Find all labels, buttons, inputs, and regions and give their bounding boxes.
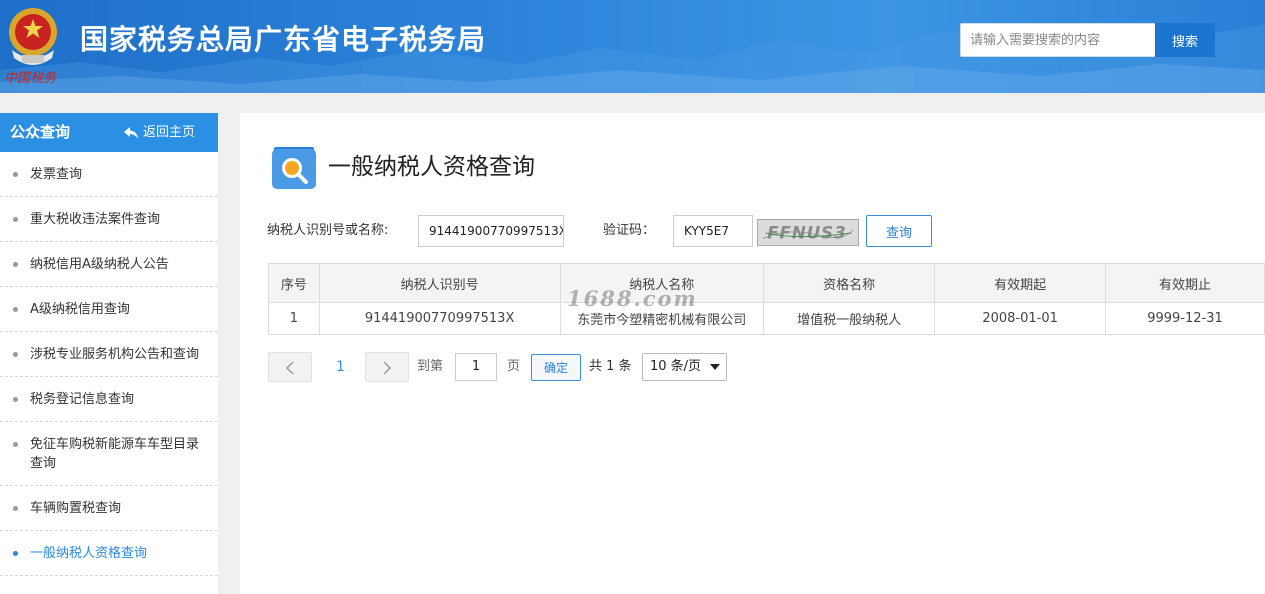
chevron-left-icon [285, 361, 294, 375]
taxpayer-id-input[interactable]: 91441900770997513X [418, 215, 564, 247]
site-header: 中国税务 国家税务总局广东省电子税务局 搜索 [0, 0, 1265, 93]
table-header-row: 序号 纳税人识别号 纳税人名称 资格名称 有效期起 有效期止 [268, 263, 1265, 303]
sidebar-item-vehicle-purchase-tax[interactable]: 车辆购置税查询 [0, 486, 218, 531]
return-arrow-icon [124, 126, 138, 139]
col-index-header: 序号 [268, 263, 320, 303]
site-title: 国家税务总局广东省电子税务局 [80, 23, 487, 56]
taxpayer-id-label: 纳税人识别号或名称: [267, 223, 389, 238]
current-page-number[interactable]: 1 [336, 352, 345, 382]
svg-text:FFNUS3: FFNUS3 [767, 224, 846, 243]
goto-label: 到第 [417, 359, 444, 374]
search-doc-icon [272, 147, 316, 189]
sidebar-item-a-credit-query[interactable]: A级纳税信用查询 [0, 287, 218, 332]
result-table: 序号 纳税人识别号 纳税人名称 资格名称 有效期起 有效期止 1 9144190… [268, 263, 1265, 335]
search-input[interactable] [961, 24, 1155, 56]
next-page-button[interactable] [365, 352, 409, 382]
sidebar-header: 公众查询 返回主页 [0, 113, 218, 152]
col-qualification-header: 资格名称 [763, 263, 936, 303]
chevron-down-icon [710, 364, 720, 370]
captcha-input[interactable]: KYY5E7 [673, 215, 753, 247]
watermark: 1688.com [567, 286, 698, 311]
sidebar-item-general-taxpayer[interactable]: 一般纳税人资格查询 [0, 531, 218, 576]
back-home-label: 返回主页 [143, 125, 196, 140]
cell-index: 1 [268, 302, 320, 335]
query-button[interactable]: 查询 [866, 215, 932, 247]
page-title: 一般纳税人资格查询 [328, 154, 535, 180]
search-box: 搜索 [960, 23, 1215, 57]
cell-qualification: 增值税一般纳税人 [763, 302, 936, 335]
sidebar-item-new-energy-vehicle[interactable]: 免征车购税新能源车车型目录查询 [0, 422, 218, 486]
chevron-right-icon [383, 361, 392, 375]
page-unit-label: 页 [507, 359, 521, 374]
search-button[interactable]: 搜索 [1155, 23, 1215, 57]
goto-confirm-button[interactable]: 确定 [531, 354, 581, 381]
table-row: 1 91441900770997513X 东莞市今塑精密机械有限公司 增值税一般… [268, 302, 1265, 335]
prev-page-button[interactable] [268, 352, 312, 382]
sidebar-item-a-credit-announcement[interactable]: 纳税信用A级纳税人公告 [0, 242, 218, 287]
svg-text:中国税务: 中国税务 [4, 71, 57, 86]
sidebar-item-invoice-query[interactable]: 发票查询 [0, 152, 218, 197]
page-size-select[interactable]: 10 条/页 [642, 353, 727, 381]
cell-valid-from: 2008-01-01 [934, 302, 1106, 335]
sidebar-item-service-agency[interactable]: 涉税专业服务机构公告和查询 [0, 332, 218, 377]
back-home-link[interactable]: 返回主页 [124, 113, 195, 152]
cell-taxpayer-id: 91441900770997513X [318, 302, 561, 335]
sidebar-item-tax-registration[interactable]: 税务登记信息查询 [0, 377, 218, 422]
col-taxpayer-id-header: 纳税人识别号 [318, 263, 561, 303]
tax-emblem-logo: 中国税务 [2, 2, 64, 90]
col-valid-to-header: 有效期止 [1105, 263, 1265, 303]
sidebar: 公众查询 返回主页 发票查询 重大税收违法案件查询 纳税信用A级纳税人公告 A级… [0, 113, 218, 594]
main-panel: 一般纳税人资格查询 纳税人识别号或名称: 91441900770997513X … [240, 113, 1265, 594]
total-count: 共 1 条 [589, 359, 632, 374]
sidebar-menu: 发票查询 重大税收违法案件查询 纳税信用A级纳税人公告 A级纳税信用查询 涉税专… [0, 152, 218, 576]
sidebar-item-major-violation-query[interactable]: 重大税收违法案件查询 [0, 197, 218, 242]
cell-valid-to: 9999-12-31 [1105, 302, 1265, 335]
col-valid-from-header: 有效期起 [934, 263, 1106, 303]
sidebar-title: 公众查询 [10, 123, 71, 141]
captcha-image[interactable]: FFNUS3 [757, 219, 859, 246]
goto-page-input[interactable]: 1 [455, 353, 497, 381]
captcha-label: 验证码： [603, 223, 656, 238]
page-size-value: 10 条/页 [650, 359, 702, 374]
